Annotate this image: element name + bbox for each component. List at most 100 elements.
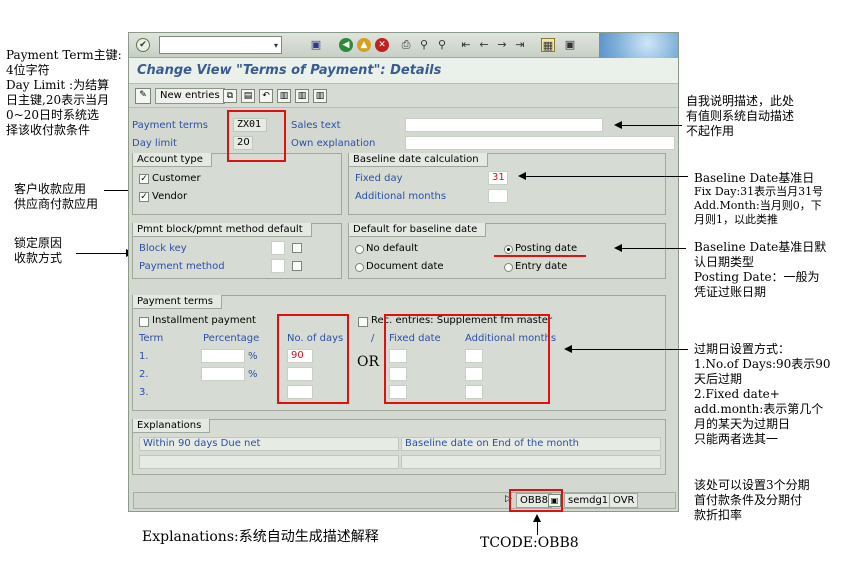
first-page-icon[interactable]: ⇤: [459, 38, 473, 52]
explanation-line-right-2: [401, 455, 661, 469]
highlight-no-of-days: [277, 314, 349, 404]
arrow-block-key: [76, 253, 128, 254]
vendor-label: Vendor: [152, 191, 188, 202]
payment-method-checkbox[interactable]: [292, 261, 302, 271]
select-block-icon[interactable]: ▥: [295, 89, 309, 103]
deselect-icon[interactable]: ▥: [313, 89, 327, 103]
explanation-line-right: Baseline date on End of the month: [401, 437, 661, 451]
arrow-tcode: [537, 521, 538, 535]
checkmark-icon[interactable]: ✔: [136, 38, 150, 52]
exit-icon[interactable]: ▲: [357, 38, 371, 52]
fixed-day-label: Fixed day: [355, 173, 403, 184]
additional-months-label: Additional months: [355, 191, 447, 202]
default-baseline-title: Default for baseline date: [349, 223, 487, 237]
additional-months-field[interactable]: [488, 189, 508, 203]
title-bar: Change View "Terms of Payment": Details: [129, 58, 678, 84]
help-icon[interactable]: ▣: [563, 38, 577, 52]
print-icon[interactable]: ⎙: [399, 38, 413, 52]
sap-logo-swirl: [599, 33, 678, 58]
customer-label: Customer: [152, 173, 201, 184]
own-explanation-label: Own explanation: [291, 138, 376, 149]
baseline-calc-title: Baseline date calculation: [349, 153, 488, 167]
explanations-group: Explanations Within 90 days Due net Base…: [132, 419, 666, 475]
last-page-icon[interactable]: ⇥: [513, 38, 527, 52]
vendor-checkbox[interactable]: ✓: [139, 192, 149, 202]
col-term-header: Term: [139, 333, 164, 344]
posting-date-underline: [494, 255, 586, 257]
annotation-description: 自我说明描述，此处 有值则系统自动描述 不起作用: [686, 94, 795, 138]
page-title: Change View "Terms of Payment": Details: [137, 63, 442, 78]
highlight-tcode: [509, 489, 563, 512]
undo-icon[interactable]: ↶: [259, 89, 273, 103]
arrow-baseline: [524, 176, 688, 177]
installment-checkbox[interactable]: [139, 317, 149, 327]
annotation-baseline-date: Baseline Date基准日 Fix Day:31表示当月31号 Add.M…: [694, 171, 824, 226]
own-explanation-field[interactable]: [405, 136, 675, 150]
annotation-tcode: TCODE:OBB8: [480, 535, 579, 551]
command-field[interactable]: [159, 36, 282, 54]
account-type-title: Account type: [133, 153, 212, 167]
baseline-calc-group: Baseline date calculation Fixed day 31 A…: [348, 153, 666, 215]
explanations-title: Explanations: [133, 419, 211, 433]
block-key-field[interactable]: [271, 241, 285, 255]
no-default-radio[interactable]: [355, 245, 364, 254]
sales-text-field[interactable]: [405, 118, 603, 132]
block-key-checkbox[interactable]: [292, 243, 302, 253]
annotation-account-type: 客户收款应用 供应商付款应用: [14, 182, 99, 211]
customer-checkbox[interactable]: ✓: [139, 174, 149, 184]
application-toolbar: ✎ New entries ⧉ ▤ ↶ ▥ ▥ ▥: [129, 84, 678, 108]
document-date-radio[interactable]: [355, 263, 364, 272]
sap-window: ✔ ▾ ▣ ◀ ▲ ✕ ⎙ ⚲ ⚲ ⇤ ← → ⇥ ▦ ▣ Change Vie…: [128, 32, 679, 512]
percentage-field-1[interactable]: [201, 349, 245, 363]
annotation-explanations: Explanations:系统自动生成描述解释: [142, 529, 379, 545]
delete-icon[interactable]: ▤: [241, 89, 255, 103]
status-mode: OVR: [609, 493, 639, 508]
change-display-icon[interactable]: ✎: [135, 88, 151, 104]
block-key-label: Block key: [139, 243, 187, 254]
pct-unit-1: %: [248, 351, 258, 362]
document-date-label: Document date: [366, 261, 444, 272]
col-percentage-header: Percentage: [203, 333, 260, 344]
rec-entries-checkbox[interactable]: [358, 317, 368, 327]
select-all-icon[interactable]: ▥: [277, 89, 291, 103]
system-toolbar: ✔ ▾ ▣ ◀ ▲ ✕ ⎙ ⚲ ⚲ ⇤ ← → ⇥ ▦ ▣: [129, 33, 678, 58]
arrow-due-date: [570, 349, 688, 350]
or-label: OR: [357, 354, 380, 370]
prev-page-icon[interactable]: ←: [477, 38, 491, 52]
highlight-fixed-date: [384, 314, 550, 404]
next-page-icon[interactable]: →: [495, 38, 509, 52]
term-row-1: 1.: [139, 351, 149, 362]
payment-terms-title: Payment terms: [133, 295, 222, 309]
save-icon[interactable]: ▣: [309, 38, 323, 52]
payment-method-label: Payment method: [139, 261, 225, 272]
arrow-description: [620, 125, 682, 126]
fixed-day-field[interactable]: 31: [488, 171, 508, 185]
explanation-line-left: Within 90 days Due net: [139, 437, 399, 451]
status-user: semdg1: [564, 493, 613, 508]
dropdown-icon[interactable]: ▾: [269, 39, 283, 53]
explanation-line-left-2: [139, 455, 399, 469]
find-next-icon[interactable]: ⚲: [435, 38, 449, 52]
col-slash: /: [371, 333, 375, 344]
highlight-header-keys: [227, 110, 286, 162]
percentage-field-2[interactable]: [201, 367, 245, 381]
payment-method-field[interactable]: [271, 259, 285, 273]
pct-unit-2: %: [248, 369, 258, 380]
find-icon[interactable]: ⚲: [417, 38, 431, 52]
pmnt-block-title: Pmnt block/pmnt method default: [133, 223, 312, 237]
layout-icon[interactable]: ▦: [541, 38, 555, 52]
posting-date-label: Posting date: [515, 243, 578, 254]
entry-date-radio[interactable]: [504, 263, 513, 272]
sales-text-label: Sales text: [291, 120, 341, 131]
annotation-default-baseline: Baseline Date基准日默 认日期类型 Posting Date：一般为…: [694, 240, 827, 299]
back-icon[interactable]: ◀: [339, 38, 353, 52]
copy-icon[interactable]: ⧉: [223, 89, 237, 103]
arrow-default-baseline: [620, 248, 686, 249]
cancel-icon[interactable]: ✕: [375, 38, 389, 52]
annotation-payment-term-key: Payment Term主键: 4位字符 Day Limit :为结算 日主键,…: [6, 48, 122, 137]
new-entries-button[interactable]: New entries: [155, 88, 225, 104]
no-default-label: No default: [366, 243, 418, 254]
posting-date-radio[interactable]: [504, 245, 513, 254]
arrow-account-type: [104, 190, 130, 191]
term-row-3: 3.: [139, 387, 149, 398]
